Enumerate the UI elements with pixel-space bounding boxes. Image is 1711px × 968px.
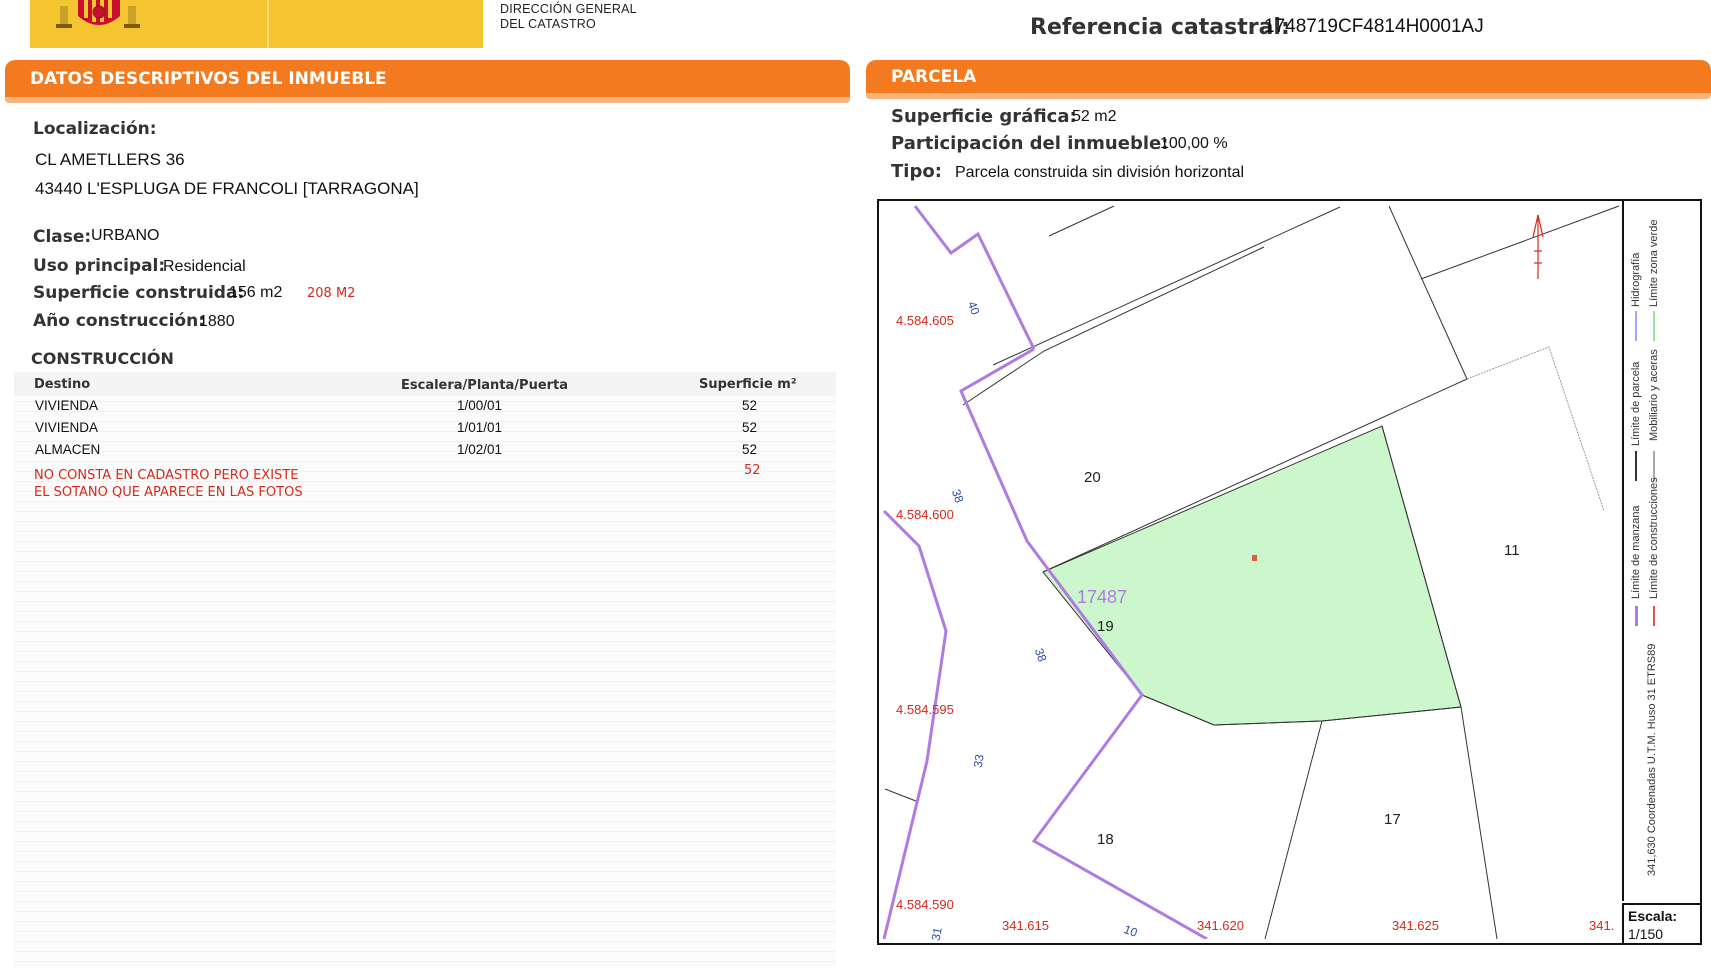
y-coordinate-label: 4.584.590 — [896, 897, 954, 912]
x-coordinate-label: 341.615 — [1002, 918, 1049, 933]
participacion-label: Participación del inmueble: — [891, 133, 1169, 154]
legend-limite-manzana: Límite de manzana — [1630, 505, 1642, 599]
parcel-label: 11 — [1504, 542, 1520, 559]
construccion-title: CONSTRUCCIÓN — [31, 349, 174, 368]
street-number: 31 — [928, 926, 945, 942]
uso-value: Residencial — [163, 258, 246, 275]
x-coordinate-label: 341. — [1589, 918, 1615, 933]
clase-value: URBANO — [91, 227, 160, 244]
parcel-label: 17 — [1384, 811, 1401, 828]
hidrografia-swatch — [1635, 311, 1637, 341]
construcciones-swatch — [1653, 606, 1655, 626]
block-label: 17487 — [1077, 587, 1128, 607]
refcat-label: Referencia catastral: — [1030, 15, 1290, 40]
row-superficie: 52 — [742, 442, 758, 457]
parcel-polygon — [1042, 425, 1462, 726]
x-coordinate-label: 341.625 — [1392, 918, 1439, 933]
government-logo-block — [30, 0, 483, 48]
parcel-label: 19 — [1097, 618, 1114, 635]
row-escalera: 1/00/01 — [457, 398, 503, 413]
legend-hidrografia: Hidrografía — [1630, 252, 1642, 307]
note-line-2: EL SOTANO QUE APARECE EN LAS FOTOS — [34, 485, 303, 500]
y-coordinate-label: 4.584.595 — [896, 702, 954, 717]
legend-limite-parcela: Límite de parcela — [1630, 361, 1642, 446]
datos-descriptivos-header: DATOS DESCRIPTIVOS DEL INMUEBLE — [5, 60, 850, 103]
address-line-2: 43440 L'ESPLUGA DE FRANCOLI [TARRAGONA] — [35, 179, 419, 198]
row-destino: VIVIENDA — [35, 398, 99, 413]
centroid-mark — [1252, 555, 1257, 561]
legend-mobiliario: Mobiliario y aceras — [1648, 349, 1660, 441]
anio-label: Año construcción: — [33, 311, 206, 331]
tipo-label: Tipo: — [891, 161, 942, 182]
logo-divider — [267, 0, 269, 48]
legend-coordenadas: 341,630 Coordenadas U.T.M. Huso 31 ETRS8… — [1646, 643, 1658, 876]
superficie-label: Superficie construida: — [33, 283, 245, 303]
header-edge — [866, 93, 1711, 99]
agency-line-2: DEL CATASTRO — [500, 17, 596, 31]
participacion-value: 100,00 % — [1160, 135, 1228, 152]
coat-of-arms-icon — [56, 0, 140, 28]
map-scale: Escala: 1/150 — [1622, 903, 1702, 945]
parcela-header: PARCELA — [866, 60, 1711, 99]
street-number: 33 — [970, 753, 987, 769]
superficie-value: 156 m2 — [229, 284, 283, 301]
sup-grafica-value: 52 m2 — [1072, 108, 1117, 125]
agency-line-1: DIRECCIÓN GENERAL — [500, 2, 637, 16]
sup-grafica-label: Superficie gráfica: — [891, 106, 1077, 127]
manzana-swatch — [1635, 606, 1638, 626]
sotano-note-value: 52 — [744, 463, 761, 478]
zona-verde-swatch — [1653, 311, 1655, 341]
sotano-note: NO CONSTA EN CADASTRO PERO EXISTE EL SOT… — [34, 467, 303, 501]
note-line-1: NO CONSTA EN CADASTRO PERO EXISTE — [34, 468, 299, 483]
th-escalera: Escalera/Planta/Puerta — [401, 378, 569, 393]
x-coordinate-label: 341.620 — [1197, 918, 1244, 933]
th-superficie: Superficie m² — [699, 377, 797, 392]
construction-table-background — [14, 372, 836, 968]
row-destino: VIVIENDA — [35, 420, 99, 435]
legend-limite-construcciones: Límite de construcciones — [1648, 477, 1660, 599]
datos-descriptivos-title: DATOS DESCRIPTIVOS DEL INMUEBLE — [30, 69, 387, 89]
header-edge — [5, 97, 850, 103]
y-coordinate-label: 4.584.605 — [896, 313, 954, 328]
parcel-label: 18 — [1097, 831, 1114, 848]
anio-value: 1880 — [199, 313, 235, 330]
cadastral-map[interactable]: 4.584.605 4.584.600 4.584.595 4.584.590 … — [877, 199, 1702, 945]
scale-value: 1/150 — [1628, 926, 1664, 942]
agency-name: DIRECCIÓN GENERAL DEL CATASTRO — [500, 2, 637, 32]
mobiliario-line — [1466, 346, 1605, 512]
tipo-value: Parcela construida sin división horizont… — [955, 164, 1245, 181]
superficie-note: 208 M2 — [307, 286, 356, 301]
address-line-1: CL AMETLLERS 36 — [35, 150, 185, 169]
clase-label: Clase: — [33, 227, 92, 247]
parcela-title: PARCELA — [891, 67, 977, 87]
uso-label: Uso principal: — [33, 256, 166, 276]
row-superficie: 52 — [742, 420, 758, 435]
row-escalera: 1/02/01 — [457, 442, 503, 457]
localizacion-label: Localización: — [33, 119, 157, 139]
map-drawing — [882, 205, 1620, 939]
row-destino: ALMACEN — [35, 442, 101, 457]
th-destino: Destino — [34, 377, 91, 392]
scale-label: Escala: — [1628, 908, 1678, 924]
map-legend: Hidrografía Límite zona verde Límite de … — [1622, 201, 1700, 901]
row-escalera: 1/01/01 — [457, 420, 503, 435]
north-arrow-icon — [1532, 214, 1544, 279]
row-superficie: 52 — [742, 398, 758, 413]
parcel-label: 20 — [1084, 469, 1101, 486]
legend-zona-verde: Límite zona verde — [1648, 219, 1660, 307]
parcela-swatch — [1635, 451, 1637, 481]
refcat-value: 1748719CF4814H0001AJ — [1264, 16, 1484, 37]
y-coordinate-label: 4.584.600 — [896, 507, 954, 522]
